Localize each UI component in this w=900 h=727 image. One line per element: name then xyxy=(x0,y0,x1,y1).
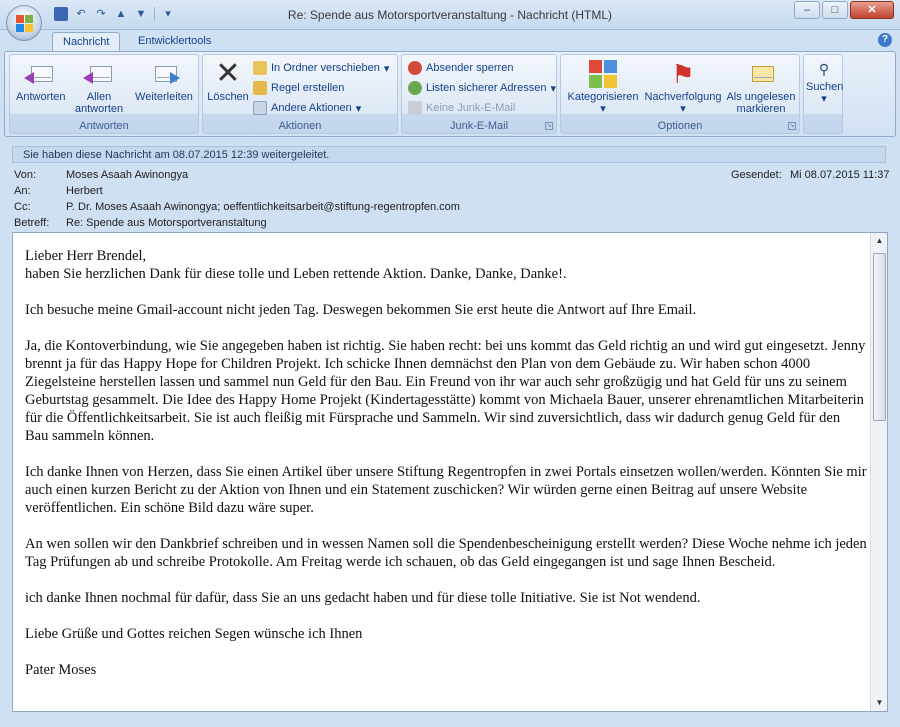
close-button[interactable]: ✕ xyxy=(850,1,894,19)
body-paragraph: An wen sollen wir den Dankbrief schreibe… xyxy=(25,536,867,570)
group-label-optionen: Optionen xyxy=(657,120,703,132)
group-aktionen: ✕ Löschen In Ordner verschieben ▾ Regel e… xyxy=(202,54,398,134)
group-junk: Absender sperren Listen sicherer Adresse… xyxy=(401,54,557,134)
reply-all-button[interactable]: Allen antworten xyxy=(72,59,126,115)
other-actions-icon xyxy=(253,101,267,115)
ribbon: Antworten Allen antworten Weiterleiten A… xyxy=(4,51,896,137)
subject-label: Betreff: xyxy=(14,217,50,229)
reply-arrow-icon xyxy=(24,72,34,84)
to-label: An: xyxy=(14,185,31,197)
block-sender-button[interactable]: Absender sperren xyxy=(408,59,513,77)
envelope-icon xyxy=(31,66,53,82)
body-paragraph: Ja, die Kontoverbindung, wie Sie angegeb… xyxy=(25,338,866,444)
other-actions-button[interactable]: Andere Aktionen ▾ xyxy=(253,99,361,117)
block-sender-icon xyxy=(408,61,422,75)
minimize-button[interactable]: – xyxy=(794,1,820,19)
folder-move-icon xyxy=(253,61,267,75)
cc-label: Cc: xyxy=(14,201,31,213)
office-button[interactable] xyxy=(6,5,42,41)
rule-icon xyxy=(253,81,267,95)
create-rule-button[interactable]: Regel erstellen xyxy=(253,79,344,97)
cc-value[interactable]: P. Dr. Moses Asaah Awinongya; oeffentlic… xyxy=(66,201,460,213)
flag-icon: ⚑ xyxy=(671,59,695,89)
group-label-junk: Junk-E-Mail xyxy=(449,120,509,132)
find-button[interactable]: ⚲ Suchen ▾ xyxy=(806,59,843,105)
tab-entwicklertools[interactable]: Entwicklertools xyxy=(128,32,221,52)
body-paragraph: Ich besuche meine Gmail-account nicht je… xyxy=(25,302,697,318)
info-bar: Sie haben diese Nachricht am 08.07.2015 … xyxy=(12,146,886,163)
not-junk-button[interactable]: Keine Junk-E-Mail xyxy=(408,99,515,117)
scroll-down-icon[interactable]: ▼ xyxy=(873,696,886,710)
body-paragraph: Lieber Herr Brendel, haben Sie herzliche… xyxy=(25,248,567,282)
binoculars-icon: ⚲ xyxy=(818,61,830,77)
safe-lists-button[interactable]: Listen sicherer Adressen ▾ xyxy=(408,79,556,97)
safe-lists-icon xyxy=(408,81,422,95)
forward-button[interactable]: Weiterleiten xyxy=(132,59,196,103)
vertical-scrollbar[interactable]: ▲ ▼ xyxy=(870,233,887,711)
title-bar: ↶ ↷ ▲ ▼ ▾ Re: Spende aus Motorsportveran… xyxy=(0,0,900,30)
maximize-button[interactable]: □ xyxy=(822,1,848,19)
help-icon[interactable]: ? xyxy=(878,33,892,47)
envelope-icon xyxy=(90,66,112,82)
group-optionen: Kategorisieren ▾ ⚑ Nachverfolgung ▾ Als … xyxy=(560,54,800,134)
from-value[interactable]: Moses Asaah Awinongya xyxy=(66,169,188,181)
reply-all-arrow-icon xyxy=(83,72,93,84)
mark-unread-button[interactable]: Als ungelesen markieren xyxy=(725,59,797,115)
ribbon-tabs: Nachricht Entwicklertools xyxy=(0,30,900,52)
forward-arrow-icon xyxy=(170,72,180,84)
not-junk-icon xyxy=(408,101,422,115)
group-antworten: Antworten Allen antworten Weiterleiten A… xyxy=(9,54,199,134)
subject-value: Re: Spende aus Motorsportveranstaltung xyxy=(66,217,267,229)
delete-x-icon: ✕ xyxy=(215,57,241,90)
categorize-button[interactable]: Kategorisieren ▾ xyxy=(565,59,641,115)
tab-nachricht[interactable]: Nachricht xyxy=(52,32,121,52)
reply-button[interactable]: Antworten xyxy=(16,59,66,103)
message-body[interactable]: Lieber Herr Brendel, haben Sie herzliche… xyxy=(12,232,888,712)
delete-button[interactable]: ✕ Löschen xyxy=(207,57,249,104)
categorize-icon xyxy=(587,59,619,89)
sent-label: Gesendet: xyxy=(731,169,782,181)
scroll-thumb[interactable] xyxy=(873,253,886,421)
message-text: Lieber Herr Brendel, haben Sie herzliche… xyxy=(25,247,867,697)
body-paragraph: ich danke Ihnen nochmal für dafür, dass … xyxy=(25,590,701,606)
body-signature: Pater Moses xyxy=(25,662,97,678)
group-label-aktionen: Aktionen xyxy=(278,120,322,132)
office-logo-icon xyxy=(16,15,33,32)
move-to-folder-button[interactable]: In Ordner verschieben ▾ xyxy=(253,59,389,77)
group-label-antworten: Antworten xyxy=(79,120,129,132)
group-suchen: ⚲ Suchen ▾ xyxy=(803,54,843,134)
body-paragraph: Liebe Grüße und Gottes reichen Segen wün… xyxy=(25,626,363,642)
sent-value: Mi 08.07.2015 11:37 xyxy=(790,169,890,181)
window-title: Re: Spende aus Motorsportveranstaltung -… xyxy=(287,8,613,22)
body-paragraph: Ich danke Ihnen von Herzen, dass Sie ein… xyxy=(25,464,867,516)
to-value[interactable]: Herbert xyxy=(66,185,103,197)
follow-up-button[interactable]: ⚑ Nachverfolgung ▾ xyxy=(641,59,725,115)
unread-envelope-icon xyxy=(752,66,774,82)
window-controls: – □ ✕ xyxy=(794,1,894,19)
from-label: Von: xyxy=(14,169,37,181)
scroll-up-icon[interactable]: ▲ xyxy=(873,234,886,248)
